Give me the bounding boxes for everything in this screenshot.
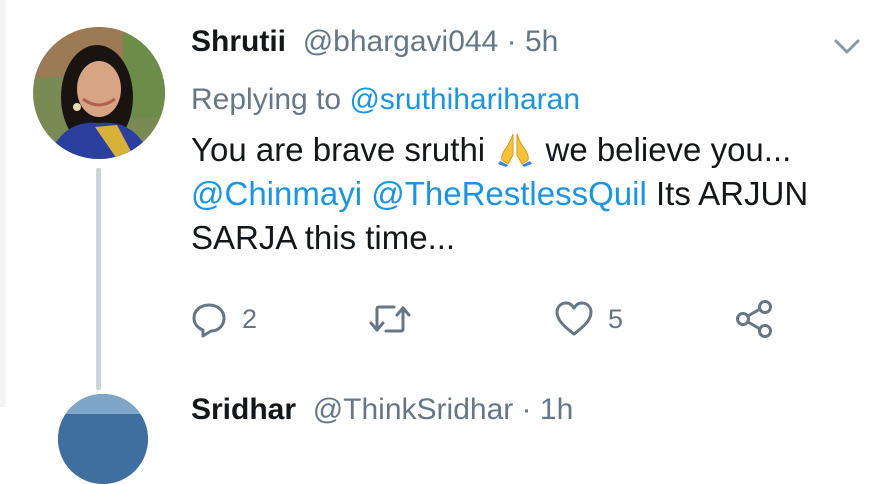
share-button[interactable] — [734, 296, 774, 342]
tweet-text-part2: we believe you... — [536, 131, 792, 168]
tweet-text-part1: You are brave sruthi — [191, 131, 495, 168]
next-timestamp[interactable]: 1h — [540, 393, 573, 426]
display-name[interactable]: Shrutii — [191, 25, 286, 58]
tweet-text: You are brave sruthi we believe you... @… — [191, 128, 871, 260]
heart-icon — [555, 301, 593, 336]
tweet-actions: 2 5 — [190, 296, 810, 342]
mention-chinmayi[interactable]: @Chinmayi — [191, 175, 362, 212]
folded-hands-icon — [496, 131, 534, 167]
next-separator: · — [513, 393, 540, 426]
replying-to-link[interactable]: @sruthihariharan — [349, 83, 580, 116]
reply-icon — [192, 303, 226, 338]
replying-prefix: Replying to — [191, 83, 350, 116]
next-display-name[interactable]: Sridhar — [191, 393, 296, 426]
timestamp[interactable]: 5h — [525, 25, 558, 58]
next-handle[interactable]: @ThinkSridhar — [304, 393, 514, 426]
reply-button[interactable]: 2 — [190, 296, 257, 342]
thread-connector-line — [96, 168, 101, 390]
mention-therestlessquil[interactable]: @TheRestlessQuil — [371, 175, 647, 212]
handle-text: @bhargavi044 — [302, 25, 499, 58]
like-button[interactable]: 5 — [554, 296, 623, 342]
retweet-button[interactable] — [368, 296, 426, 342]
tweet-header: Shrutii @bhargavi044 · 5h — [191, 20, 558, 64]
retweet-icon — [369, 305, 411, 333]
left-edge-divider — [0, 0, 6, 407]
avatar[interactable] — [33, 27, 165, 159]
next-tweet-header: Sridhar @ThinkSridhar · 1h — [191, 388, 573, 432]
chevron-down-icon[interactable] — [830, 34, 864, 58]
replying-to-line: Replying to @sruthihariharan — [191, 78, 580, 122]
share-icon — [736, 300, 772, 338]
next-handle-text: @ThinkSridhar — [312, 393, 514, 426]
next-tweet-avatar[interactable] — [58, 394, 148, 484]
like-count: 5 — [608, 303, 624, 334]
separator: · — [498, 25, 525, 58]
reply-count: 2 — [242, 303, 258, 334]
handle[interactable]: @bhargavi044 — [294, 25, 499, 58]
